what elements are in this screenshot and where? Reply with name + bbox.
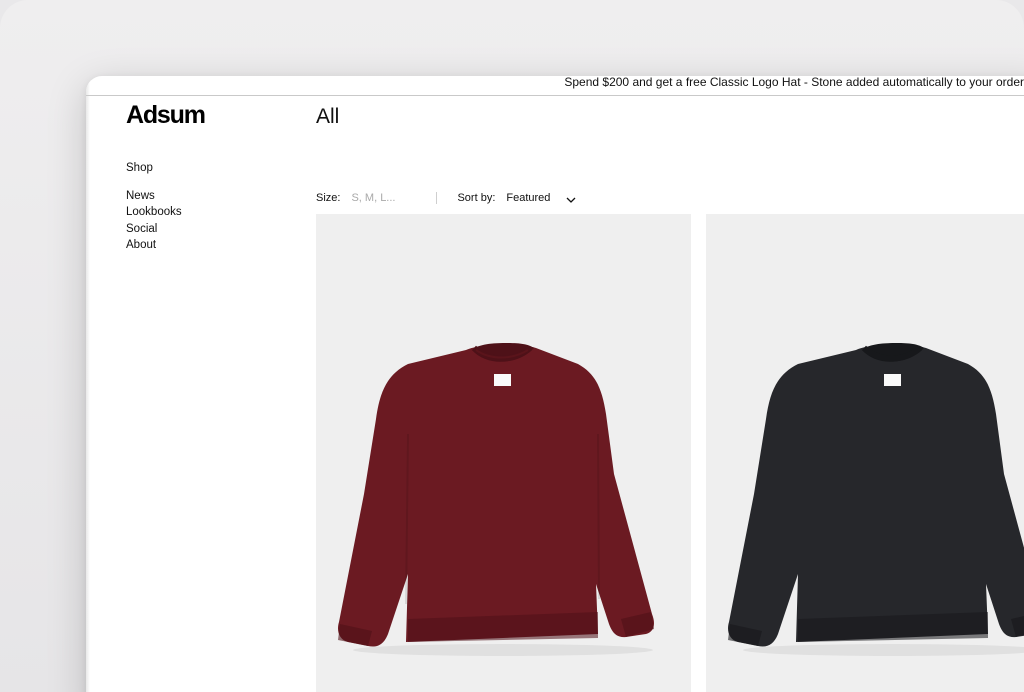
- sweatshirt-image: [338, 343, 654, 656]
- page-title: All: [316, 105, 340, 128]
- product-card[interactable]: [706, 214, 1024, 692]
- filter-bar: Size: Sort by: Featured: [316, 190, 576, 206]
- filter-divider: [436, 192, 438, 204]
- sort-label: Sort by:: [457, 192, 496, 204]
- promo-text: Spend $200 and get a free Classic Logo H…: [564, 76, 1024, 89]
- nav-item-social[interactable]: Social: [126, 221, 182, 237]
- promo-banner: Spend $200 and get a free Classic Logo H…: [86, 76, 1024, 96]
- nav-item-about[interactable]: About: [126, 237, 182, 253]
- nav-item-news[interactable]: News: [126, 188, 182, 204]
- sidebar-nav: News Lookbooks Social About: [126, 188, 182, 253]
- size-filter-label: Size:: [316, 192, 341, 204]
- browser-window: Spend $200 and get a free Classic Logo H…: [86, 76, 1024, 692]
- sweatshirt-image: [728, 343, 1024, 656]
- product-grid: [316, 214, 1024, 692]
- nav-shop-link[interactable]: Shop: [126, 162, 153, 174]
- nav-item-lookbooks[interactable]: Lookbooks: [126, 204, 182, 220]
- product-card[interactable]: [316, 214, 691, 692]
- chevron-down-icon[interactable]: [566, 195, 576, 203]
- brand-logo[interactable]: Adsum: [126, 101, 206, 130]
- sort-select[interactable]: Featured: [506, 192, 550, 204]
- size-filter-input[interactable]: [351, 192, 437, 204]
